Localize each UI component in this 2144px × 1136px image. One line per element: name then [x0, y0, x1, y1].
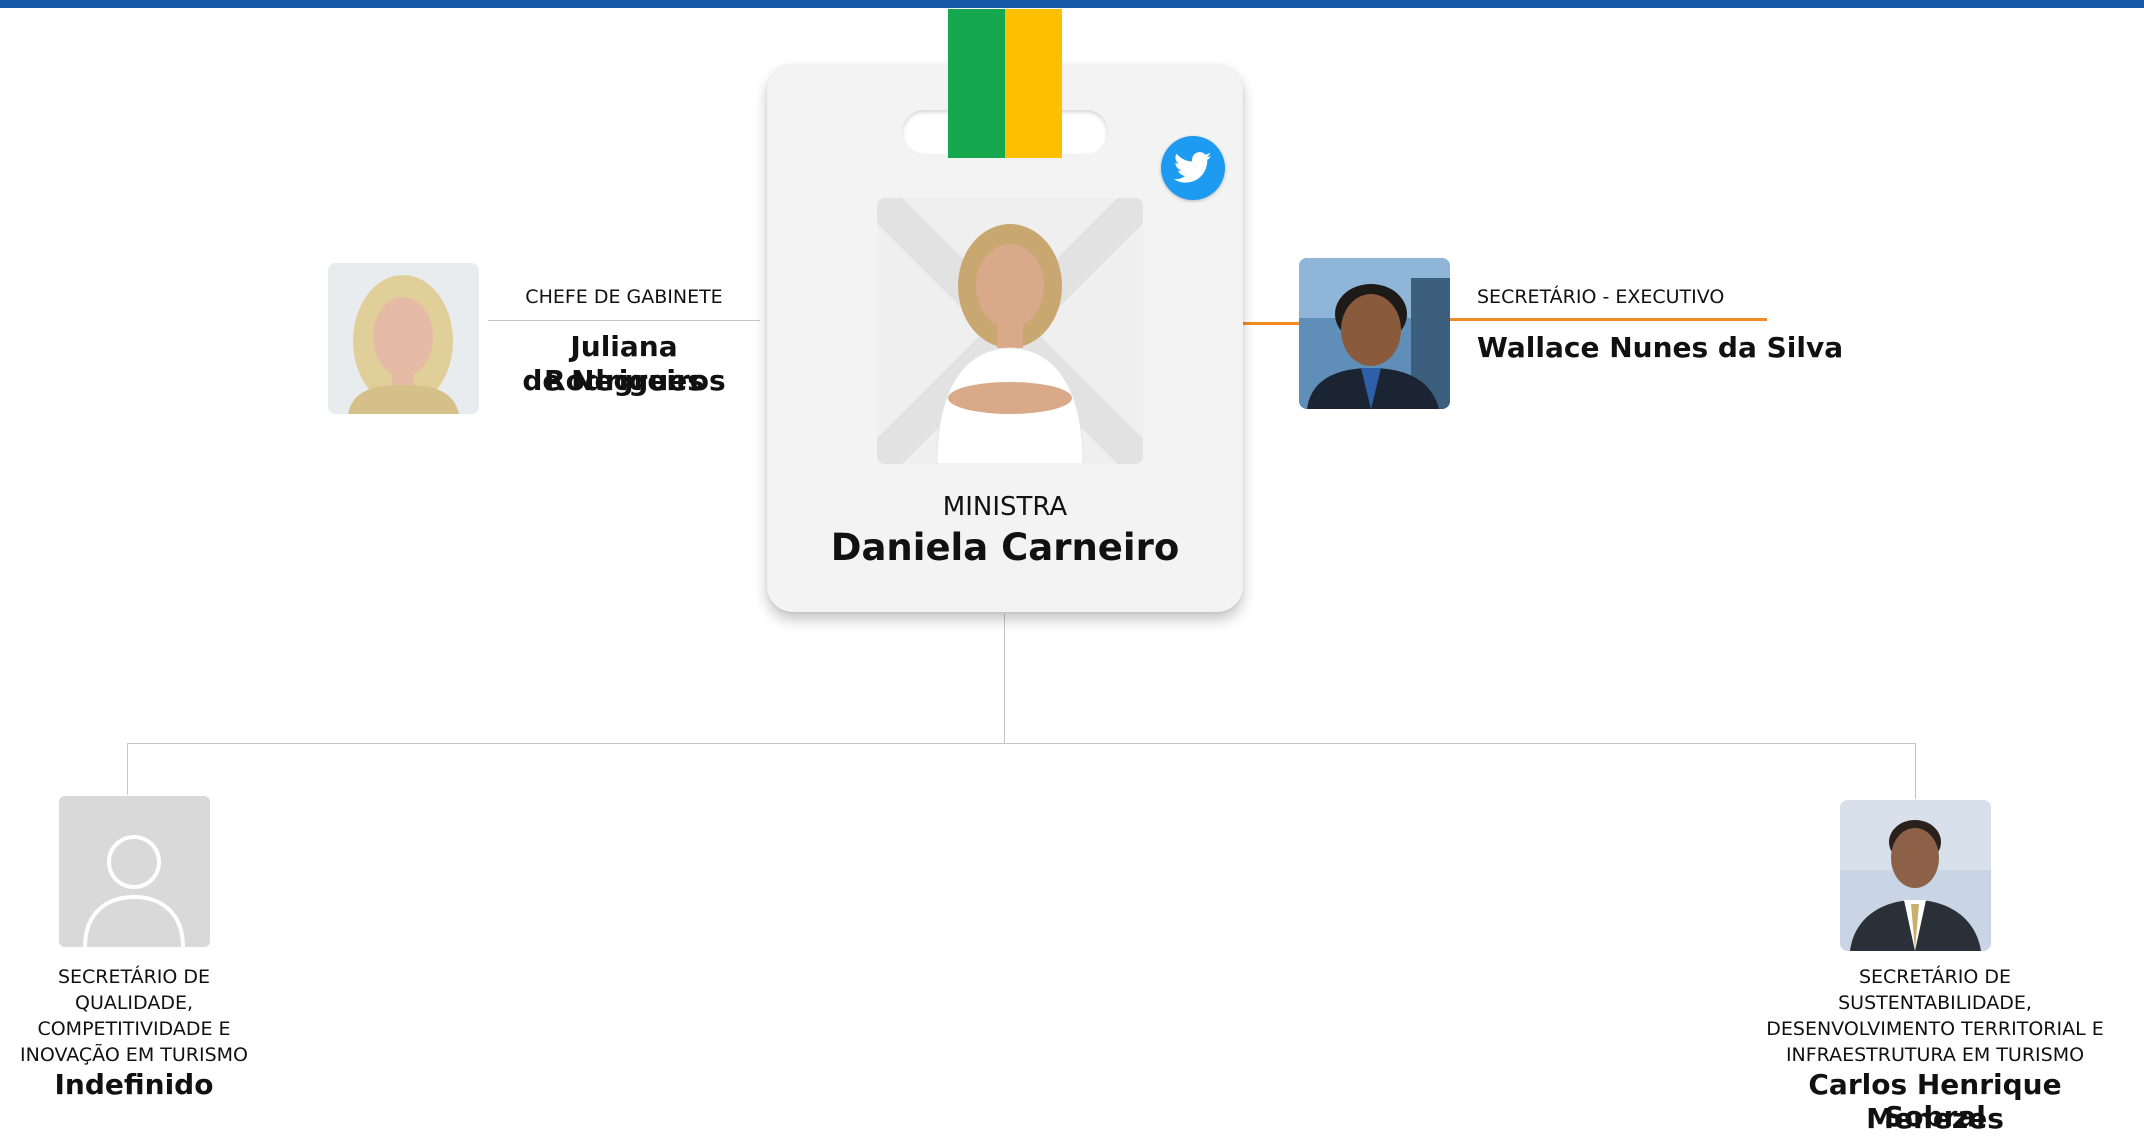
secretary-sustainability-name-line2[interactable]: Sobral — [1740, 1100, 2130, 1134]
user-placeholder-icon — [59, 796, 210, 947]
secretary-quality-role-line2: QUALIDADE, — [74, 992, 194, 1014]
executive-secretary-photo — [1299, 258, 1450, 409]
secretary-sustainability-role-line1: SECRETÁRIO DE — [1858, 966, 2012, 988]
connector-executive-right — [1450, 318, 1767, 321]
chief-of-staff-name-line2[interactable]: de Negreiros — [488, 364, 760, 398]
secretary-sustainability-photo — [1840, 800, 1991, 951]
chief-of-staff-role: CHEFE DE GABINETE — [525, 286, 723, 308]
connector-executive-left — [1243, 322, 1299, 325]
connector-horizontal-branch — [127, 743, 1916, 744]
chief-of-staff-photo — [328, 263, 479, 414]
secretary-quality-photo — [59, 796, 210, 947]
connector-chief-of-staff — [488, 320, 760, 321]
secretary-sustainability-role-line4: INFRAESTRUTURA EM TURISMO — [1785, 1044, 2085, 1066]
badge-ribbon-yellow — [1005, 9, 1062, 158]
secretary-quality-role-line3: COMPETITIVIDADE E — [37, 1018, 231, 1040]
minister-name[interactable]: Daniela Carneiro — [767, 525, 1243, 571]
minister-photo — [877, 198, 1143, 464]
secretary-quality-role-line1: SECRETÁRIO DE — [57, 966, 211, 988]
connector-minister-down — [1004, 614, 1005, 744]
secretary-sustainability-role-line2: SUSTENTABILIDADE, — [1838, 992, 2032, 1014]
executive-secretary-role: SECRETÁRIO - EXECUTIVO — [1477, 286, 1725, 308]
secretary-quality-name[interactable]: Indefinido — [0, 1068, 268, 1102]
badge-ribbon-green — [948, 9, 1005, 158]
minister-role: MINISTRA — [942, 492, 1068, 522]
twitter-icon[interactable] — [1161, 136, 1225, 200]
secretary-quality-role-line4: INOVAÇÃO EM TURISMO — [20, 1044, 248, 1066]
connector-right-drop — [1915, 743, 1916, 799]
connector-left-drop — [127, 743, 128, 795]
executive-secretary-name[interactable]: Wallace Nunes da Silva — [1477, 331, 1897, 365]
top-accent-bar — [0, 0, 2144, 8]
secretary-sustainability-role-line3: DESENVOLVIMENTO TERRITORIAL E — [1766, 1018, 2104, 1040]
